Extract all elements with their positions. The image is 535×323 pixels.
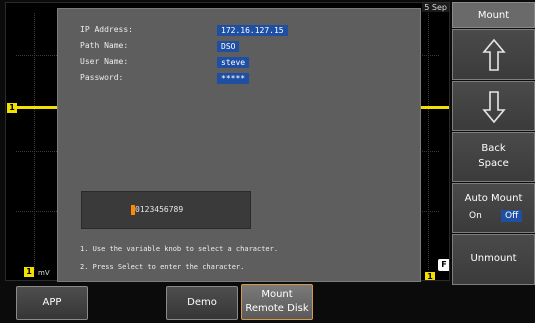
path-name-label: Path Name:: [80, 41, 129, 50]
demo-label: Demo: [187, 297, 217, 308]
instruction-line-2: 2. Press Select to enter the character.: [80, 263, 245, 271]
mount-label-1: Mount: [261, 289, 293, 300]
character-selector[interactable]: 0123456789: [81, 191, 251, 229]
app-label: APP: [42, 297, 62, 308]
app-button[interactable]: APP: [16, 286, 88, 320]
channel1-trace: [420, 106, 449, 109]
menu-title: Mount: [452, 2, 535, 28]
down-arrow-icon: [482, 91, 506, 124]
password-value[interactable]: *****: [217, 73, 250, 84]
date-indicator: 5 Sep: [422, 3, 449, 12]
channel1-right-marker: 1: [425, 272, 435, 280]
mount-remote-disk-dialog: IP Address: 172.16.127.15 Path Name: DSO…: [57, 8, 421, 282]
channel1-marker[interactable]: 1: [7, 103, 17, 113]
demo-button[interactable]: Demo: [166, 286, 238, 320]
oscilloscope-screen: 1 1 mV 5 Sep F 1 IP Address: 172.16.127.…: [0, 0, 535, 323]
mount-remote-disk-button[interactable]: Mount Remote Disk: [241, 284, 313, 320]
down-button[interactable]: [452, 81, 535, 131]
softkey-panel: Mount Back Space Auto Mount On Off Unmou…: [452, 2, 535, 285]
mount-label-2: Remote Disk: [245, 303, 309, 314]
grid-line: [34, 13, 35, 270]
channel1-scale-marker: 1: [24, 267, 34, 277]
user-name-label: User Name:: [80, 57, 129, 66]
auto-mount-label: Auto Mount: [464, 193, 523, 204]
unmount-label: Unmount: [470, 253, 517, 264]
unmount-button[interactable]: Unmount: [452, 234, 535, 285]
user-name-value[interactable]: steve: [217, 57, 250, 68]
ip-address-label: IP Address:: [80, 25, 133, 34]
function-marker: F: [438, 259, 449, 271]
password-label: Password:: [80, 73, 124, 82]
character-set[interactable]: 0123456789: [135, 205, 183, 215]
ip-address-value[interactable]: 172.16.127.15: [217, 25, 288, 36]
up-arrow-icon: [482, 38, 506, 71]
auto-mount-on: On: [469, 211, 482, 221]
back-space-label-1: Back: [481, 143, 506, 154]
path-name-value[interactable]: DSO: [217, 41, 240, 52]
channel1-scale-text: mV: [38, 269, 50, 277]
auto-mount-button[interactable]: Auto Mount On Off: [452, 183, 535, 233]
up-button[interactable]: [452, 29, 535, 80]
grid-line: [428, 13, 429, 270]
back-space-button[interactable]: Back Space: [452, 132, 535, 182]
instruction-line-1: 1. Use the variable knob to select a cha…: [80, 245, 279, 253]
back-space-label-2: Space: [478, 158, 509, 169]
channel1-trace: [16, 106, 58, 109]
auto-mount-off: Off: [501, 210, 523, 222]
